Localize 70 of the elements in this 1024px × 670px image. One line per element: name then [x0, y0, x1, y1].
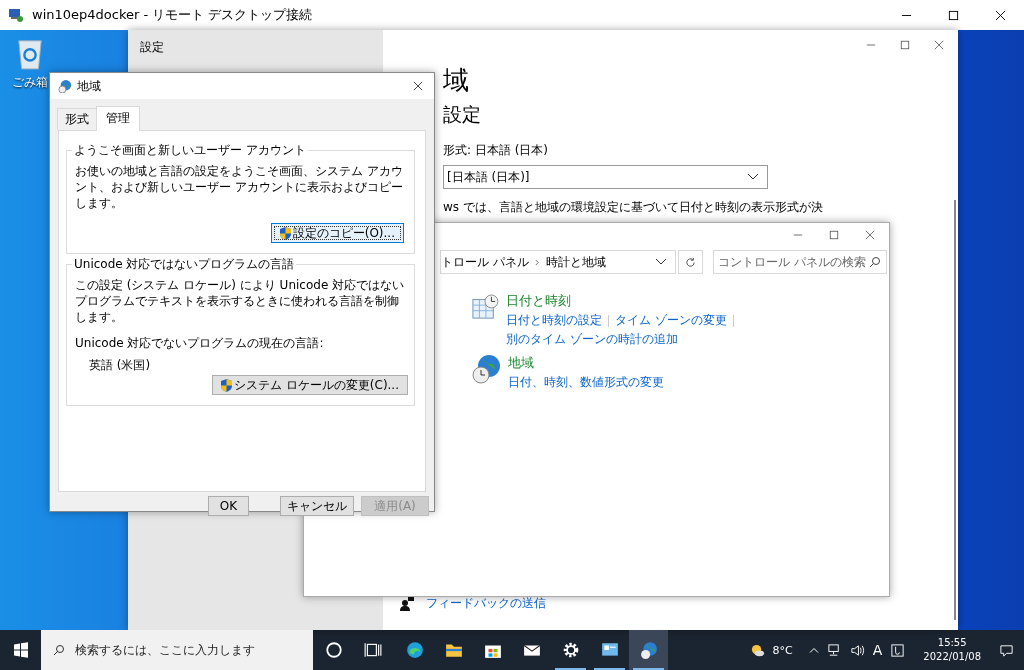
description-text: ws では、言語と地域の環境設定に基づいて日付と時刻の表示形式が決: [443, 199, 823, 216]
start-icon[interactable]: [13, 642, 29, 658]
category-title[interactable]: 地域: [508, 354, 664, 372]
group-description: この設定 (システム ロケール) により Unicode 対応ではないプログラムでテキストを表示するときに使われる言語を制御します。: [75, 277, 406, 325]
window-title: 設定: [140, 40, 164, 54]
chevron-down-icon: [747, 173, 759, 181]
desktop-icon-label[interactable]: ごみ箱: [12, 74, 48, 91]
dialog-button[interactable]: キャンセル: [280, 496, 354, 516]
edge-icon: [405, 641, 424, 659]
page-heading: 域: [443, 64, 469, 96]
circle-icon: [324, 641, 343, 659]
clock-date[interactable]: 2022/01/08: [923, 650, 981, 664]
chevron-down-icon[interactable]: [655, 258, 667, 266]
tab[interactable]: 形式: [57, 108, 97, 130]
remote-desktop-icon: [600, 641, 619, 659]
category-title[interactable]: 日付と時刻: [505, 292, 881, 310]
speaker-icon[interactable]: [849, 642, 865, 658]
current-language-value: 英語 (米国): [89, 357, 151, 373]
group-description: お使いの地域と言語の設定をようこそ画面、システム アカウント、および新しいユーザー アカウントに表示およびコピーします。: [75, 163, 404, 211]
temperature[interactable]: 8°C: [772, 643, 793, 657]
address-bar[interactable]: トロール パネル 時計と地域: [440, 250, 676, 274]
person-icon: [400, 596, 414, 611]
taskbar-button[interactable]: [629, 630, 668, 670]
task-view-icon: [363, 641, 382, 659]
feedback-link[interactable]: フィードバックの送信: [426, 595, 546, 612]
scrollbar[interactable]: [954, 200, 956, 620]
format-label: 形式: 日本語 (日本): [443, 142, 549, 159]
refresh-button[interactable]: [678, 250, 703, 274]
search-field[interactable]: コントロール パネルの検索: [713, 250, 887, 274]
folder-icon: [444, 641, 463, 659]
close-icon[interactable]: [995, 9, 1006, 21]
breadcrumb-item[interactable]: 時計と地域: [545, 253, 606, 271]
current-language-label: Unicode 対応でないプログラムの現在の言語:: [75, 335, 324, 351]
globe-clock-icon: [639, 641, 658, 659]
format-dropdown[interactable]: [日本語 (日本)]: [443, 165, 768, 189]
tab[interactable]: 管理: [96, 106, 140, 131]
input-mode-indicator[interactable]: A: [872, 642, 883, 658]
network-icon[interactable]: [826, 642, 842, 658]
search-icon: [869, 256, 881, 268]
dialog-title: 地域: [77, 77, 101, 95]
task-link[interactable]: 日付、時刻、数値形式の変更: [508, 374, 664, 391]
group-legend: Unicode 対応ではないプログラムの言語: [72, 257, 297, 271]
remote-desktop-icon: [8, 7, 24, 23]
dialog-button[interactable]: OK: [208, 496, 249, 516]
breadcrumb-item[interactable]: トロール パネル: [441, 253, 529, 271]
task-link[interactable]: 別のタイム ゾーンの時計の追加: [505, 331, 678, 348]
shield-icon: [279, 226, 291, 240]
ime-icon[interactable]: [890, 642, 906, 658]
task-link[interactable]: タイム ゾーンの変更: [614, 312, 727, 329]
calendar-clock-icon[interactable]: [472, 292, 500, 322]
close-icon[interactable]: [413, 81, 423, 91]
chevron-right-icon: [534, 258, 540, 266]
shield-icon: [221, 378, 232, 392]
globe-icon: [58, 79, 72, 93]
caret-up-icon[interactable]: [808, 646, 819, 654]
taskbar-search-field[interactable]: 検索するには、ここに入力します: [41, 630, 313, 670]
task-link[interactable]: 日付と時刻の設定: [505, 312, 602, 329]
window-title: win10ep4docker - リモート デスクトップ接続: [32, 6, 313, 24]
weather-icon[interactable]: [749, 642, 765, 658]
refresh-icon: [685, 256, 696, 268]
clock-time[interactable]: 15:55: [937, 636, 967, 650]
maximize-icon[interactable]: [948, 9, 959, 21]
shield-button[interactable]: システム ロケールの変更(C)...: [212, 375, 408, 395]
gear-icon: [561, 641, 580, 659]
notification-icon[interactable]: [999, 642, 1014, 658]
section-title: 設定: [443, 102, 481, 127]
globe-clock-icon[interactable]: [472, 354, 502, 384]
search-icon: [53, 644, 65, 656]
shield-button[interactable]: 設定のコピー(O)...: [270, 223, 404, 243]
group-legend: ようこそ画面と新しいユーザー アカウント: [72, 143, 308, 157]
